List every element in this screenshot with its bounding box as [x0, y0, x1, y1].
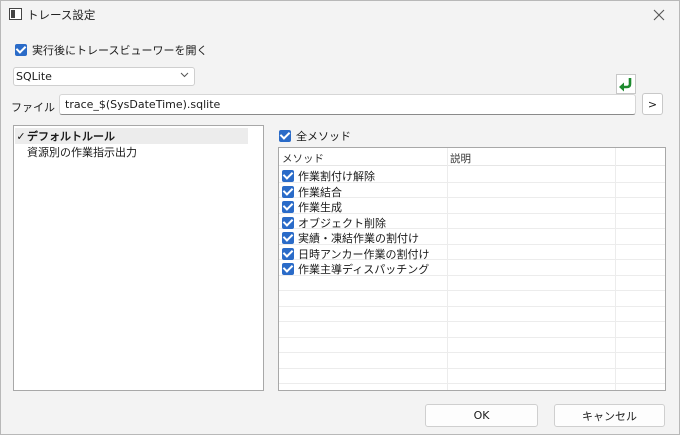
all-methods-label: 全メソッド [296, 130, 351, 143]
column-header-method[interactable]: メソッド [282, 151, 324, 166]
table-row [279, 338, 665, 353]
browse-button[interactable]: > [642, 93, 663, 115]
checkbox-checked-icon[interactable] [282, 247, 294, 260]
close-icon [653, 9, 665, 21]
checkbox-checked-icon[interactable] [282, 216, 294, 229]
window-title: トレース設定 [27, 8, 96, 22]
table-row [279, 322, 665, 338]
app-icon [9, 8, 22, 20]
checkbox-checked-icon [279, 130, 291, 142]
close-button[interactable] [645, 3, 673, 27]
open-viewer-label: 実行後にトレースビューワーを開く [32, 44, 208, 57]
rule-item-resource-work-order[interactable]: 資源別の作業指示出力 [27, 144, 137, 160]
table-row [279, 384, 665, 390]
column-header-description[interactable]: 説明 [450, 151, 471, 166]
checkbox-checked-icon[interactable] [282, 232, 294, 244]
checkbox-checked-icon[interactable] [282, 170, 294, 182]
table-row [279, 276, 665, 291]
table-row [279, 291, 665, 307]
all-methods-checkbox[interactable]: 全メソッド [279, 128, 351, 144]
grid-header: メソッド 説明 [279, 148, 665, 166]
table-row[interactable]: 日時アンカー作業の割付け [279, 245, 665, 261]
table-row[interactable]: 作業割付け解除 [279, 167, 665, 183]
checkmark-icon: ✓ [16, 129, 26, 143]
checkbox-checked-icon[interactable] [282, 263, 294, 275]
table-row[interactable]: 作業結合 [279, 183, 665, 199]
table-row [279, 353, 665, 369]
table-row[interactable]: 作業生成 [279, 198, 665, 214]
rule-item-default[interactable]: ✓ デフォルトルール [15, 128, 248, 144]
table-row[interactable]: オブジェクト削除 [279, 214, 665, 230]
refresh-button[interactable] [616, 74, 636, 94]
ok-button[interactable]: OK [425, 404, 538, 427]
return-arrow-icon [619, 78, 632, 92]
database-select[interactable]: SQLite [13, 67, 195, 86]
cancel-button[interactable]: キャンセル [554, 404, 665, 427]
table-row[interactable]: 作業主導ディスパッチング [279, 260, 665, 276]
checkbox-checked-icon[interactable] [282, 185, 294, 198]
trace-settings-dialog: トレース設定 実行後にトレースビューワーを開く SQLite ファイル trac… [0, 0, 680, 435]
method-grid: メソッド 説明 作業割付け解除 作業結合 作業生成 オブジェクト削除 実績・凍結作業の割… [278, 147, 666, 391]
chevron-down-icon [180, 69, 189, 84]
checkbox-checked-icon[interactable] [282, 201, 294, 213]
rule-item-label: デフォルトルール [27, 130, 115, 143]
database-select-value: SQLite [16, 70, 52, 83]
file-path-input[interactable]: trace_$(SysDateTime).sqlite [59, 94, 636, 115]
table-row[interactable]: 実績・凍結作業の割付け [279, 229, 665, 245]
rule-list: ✓ デフォルトルール 資源別の作業指示出力 [13, 125, 264, 391]
title-bar: トレース設定 [1, 1, 679, 29]
table-row [279, 307, 665, 322]
rule-item-label: 資源別の作業指示出力 [27, 146, 137, 159]
file-label: ファイル [11, 101, 55, 114]
checkbox-checked-icon [15, 44, 27, 56]
table-row [279, 369, 665, 384]
open-viewer-checkbox[interactable]: 実行後にトレースビューワーを開く [15, 42, 207, 58]
